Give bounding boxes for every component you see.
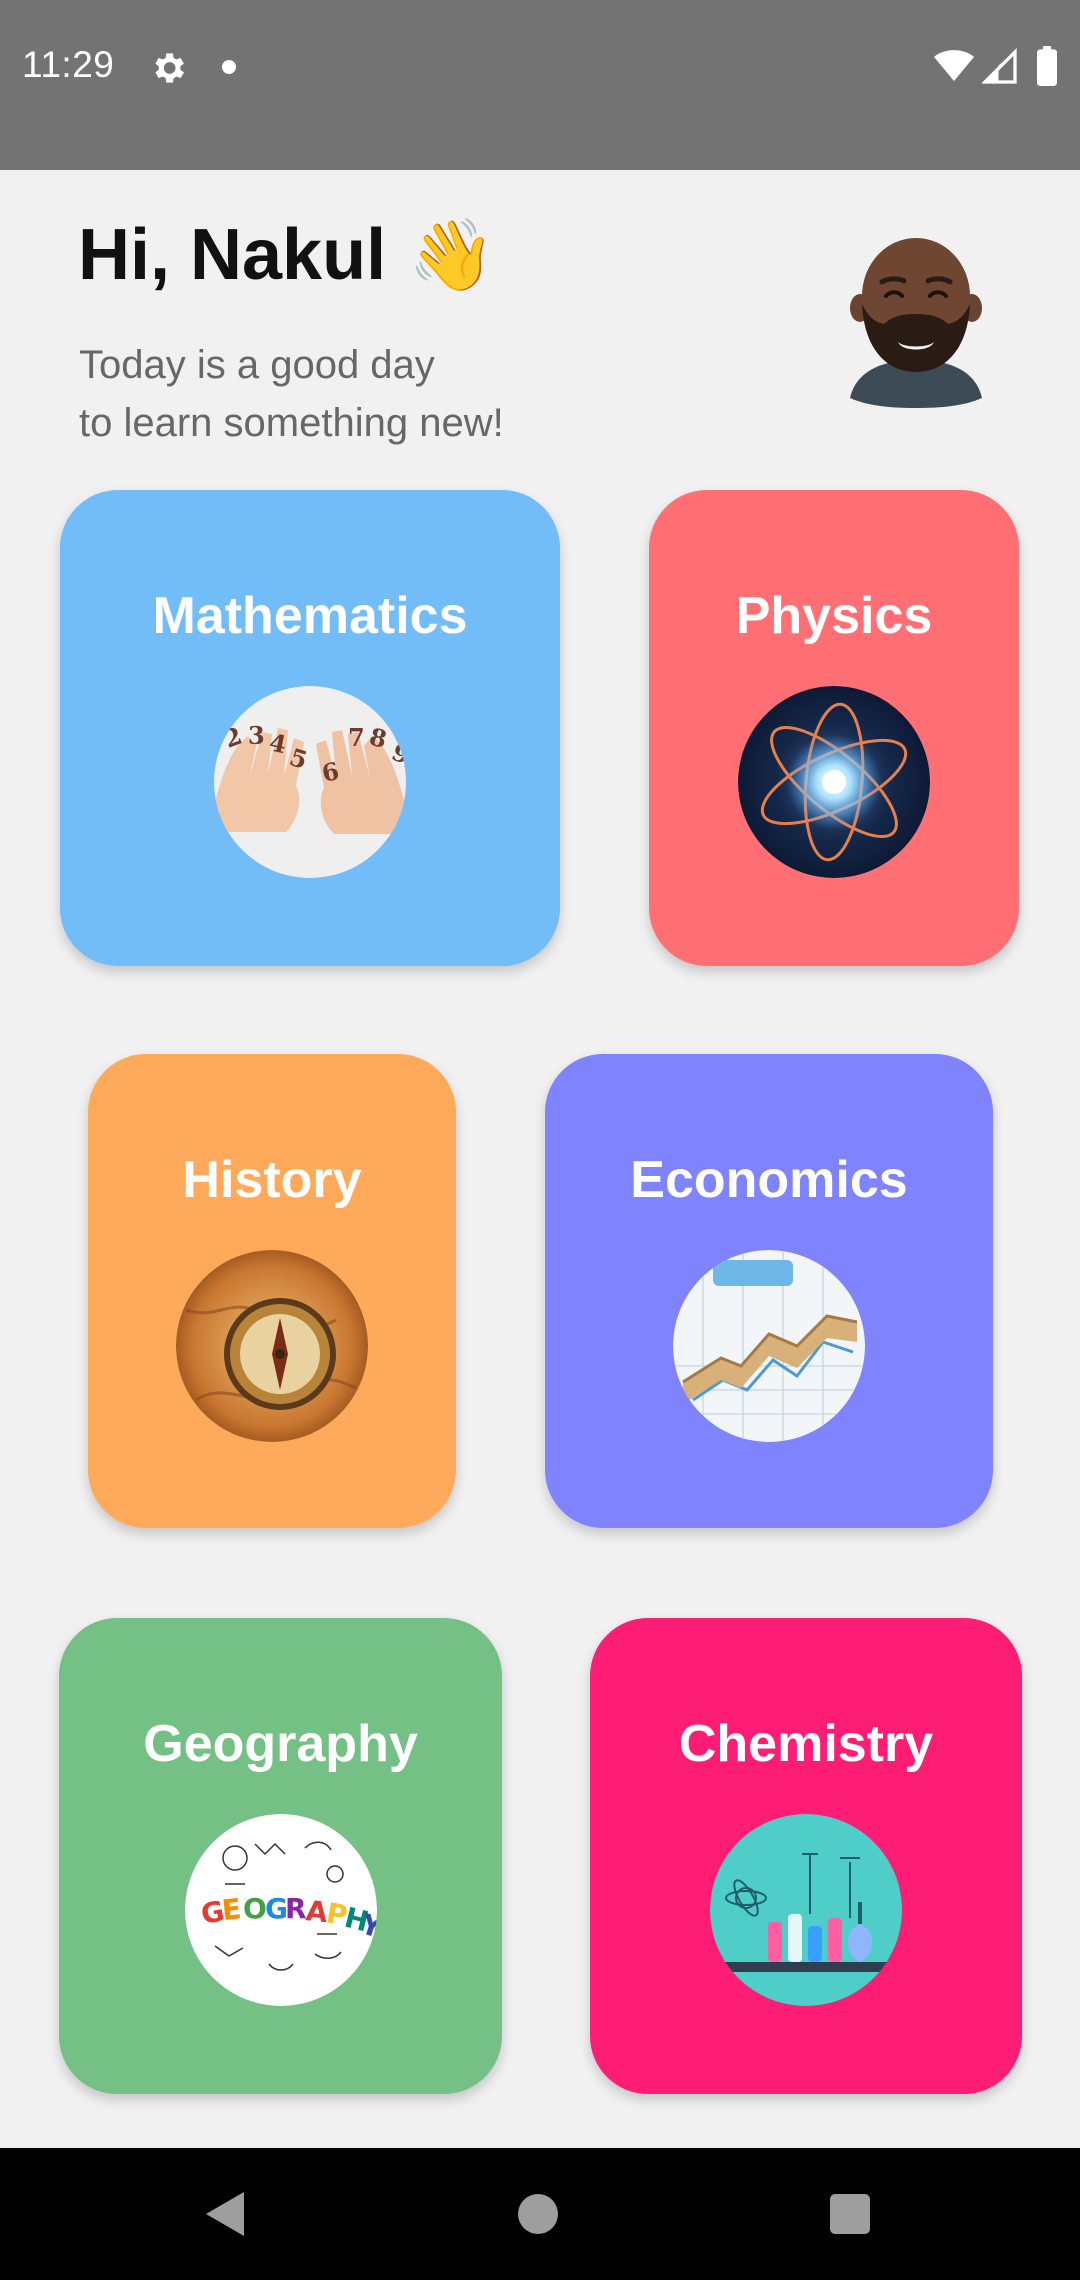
chemistry-lab-image [710, 1814, 902, 2006]
signal-icon [982, 48, 1017, 84]
svg-text:3: 3 [248, 721, 265, 750]
waving-hand-emoji: 👋 [408, 216, 496, 294]
wifi-icon [934, 50, 974, 81]
subject-card-economics[interactable]: Economics [545, 1054, 993, 1528]
chart-graph-image [673, 1250, 865, 1442]
subject-title: Chemistry [678, 1715, 934, 1773]
greeting-title: Hi, Nakul 👋 [78, 214, 495, 297]
geography-doodle-image: G E O G R A P H Y [184, 1814, 377, 2006]
atom-image [738, 686, 930, 878]
gear-icon [155, 53, 184, 83]
recents-icon[interactable] [830, 2194, 870, 2234]
navigation-bar [0, 2148, 1080, 2280]
greeting-subtitle: Today is a good day to learn something n… [79, 336, 504, 452]
subject-card-geography[interactable]: Geography G E O G R A P H Y [59, 1618, 502, 2094]
subject-title: Economics [630, 1151, 908, 1209]
svg-text:O: O [243, 1892, 267, 1925]
subject-card-physics[interactable]: Physics [649, 490, 1019, 966]
svg-text:R: R [285, 1892, 307, 1925]
subtitle-line-1: Today is a good day [79, 343, 435, 387]
svg-text:E: E [220, 1892, 242, 1927]
subtitle-line-2: to learn something new! [79, 401, 504, 445]
subject-title: Geography [143, 1715, 418, 1773]
status-bar: 11:29 [0, 0, 1080, 170]
compass-map-image [176, 1250, 368, 1442]
home-icon[interactable] [518, 2194, 558, 2234]
avatar[interactable] [848, 236, 984, 408]
battery-icon [1037, 46, 1057, 86]
subject-card-chemistry[interactable]: Chemistry [590, 1618, 1022, 2094]
subject-title: Mathematics [152, 587, 468, 645]
greeting-text: Hi, Nakul [78, 215, 387, 295]
svg-text:7: 7 [348, 723, 365, 752]
subject-title: Physics [735, 587, 933, 645]
app-screen: 11:29 Hi, Nakul 👋 Today is a good day to … [0, 0, 1080, 2280]
math-hands-numbers-image: 2 3 4 5 6 7 8 9 [214, 686, 406, 878]
subject-card-mathematics[interactable]: Mathematics 2 3 4 5 6 7 8 9 [60, 490, 560, 966]
back-icon[interactable] [204, 2190, 246, 2238]
subject-title: History [182, 1151, 362, 1209]
status-time: 11:29 [22, 44, 115, 85]
subject-card-history[interactable]: History [88, 1054, 456, 1528]
notification-dot-icon [222, 60, 236, 74]
